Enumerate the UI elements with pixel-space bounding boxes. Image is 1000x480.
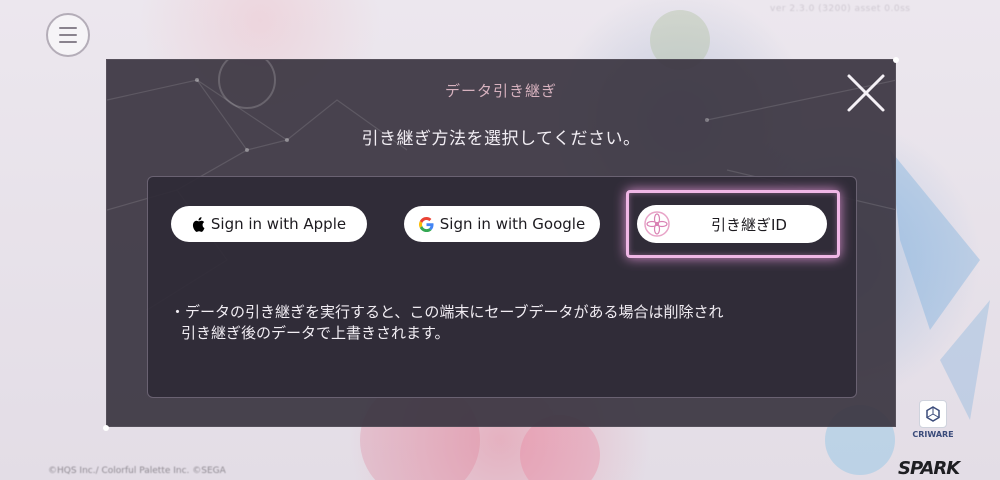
- apple-logo-icon: [192, 216, 205, 232]
- close-x-icon: [847, 74, 885, 112]
- hamburger-menu-icon-line: [59, 41, 77, 43]
- criware-cube-icon: [919, 400, 947, 428]
- apple-button-label: Sign in with Apple: [210, 215, 347, 233]
- notice-line-1: ・データの引き継ぎを実行すると、この端末にセーブデータがある場合は削除され: [170, 303, 724, 321]
- sign-in-with-apple-button[interactable]: Sign in with Apple: [171, 206, 367, 242]
- modal-subtitle: 引き継ぎ方法を選択してください。: [361, 129, 641, 149]
- modal-title: データ引き継ぎ: [444, 82, 557, 100]
- google-g-logo-icon: [418, 216, 434, 232]
- hamburger-menu-button[interactable]: [46, 13, 90, 57]
- data-transfer-modal: データ引き継ぎ 引き継ぎ方法を選択してください。 Sign in with Ap…: [106, 59, 896, 427]
- transfer-id-button-label: 引き継ぎID: [711, 215, 787, 234]
- corner-sparkle: [103, 425, 109, 431]
- notice-line-2: 引き継ぎ後のデータで上書きされます。: [181, 324, 450, 342]
- transfer-id-highlight-frame: 引き継ぎID: [626, 190, 840, 258]
- corner-sparkle: [893, 57, 899, 63]
- criware-label: CRIWARE: [912, 430, 954, 439]
- transfer-notice: ・データの引き継ぎを実行すると、この端末にセーブデータがある場合は削除され 引き…: [170, 302, 830, 344]
- google-button-label: Sign in with Google: [439, 215, 586, 233]
- criware-logo: CRIWARE: [910, 400, 956, 446]
- spark-logo: SPARK: [898, 458, 960, 479]
- transfer-options-panel: Sign in with Apple Sign in with Google 引…: [147, 176, 857, 398]
- hamburger-menu-icon-line: [59, 34, 77, 36]
- pink-flower-emblem-icon: [644, 211, 670, 237]
- transfer-id-button[interactable]: 引き継ぎID: [637, 205, 827, 243]
- hamburger-menu-icon: [59, 27, 77, 29]
- close-button[interactable]: [845, 72, 887, 114]
- version-text: ver 2.3.0 (3200) asset 0.0ss: [770, 4, 911, 14]
- copyright-text: ©HQS Inc./ Colorful Palette Inc. ©SEGA: [48, 466, 226, 476]
- sign-in-with-google-button[interactable]: Sign in with Google: [404, 206, 600, 242]
